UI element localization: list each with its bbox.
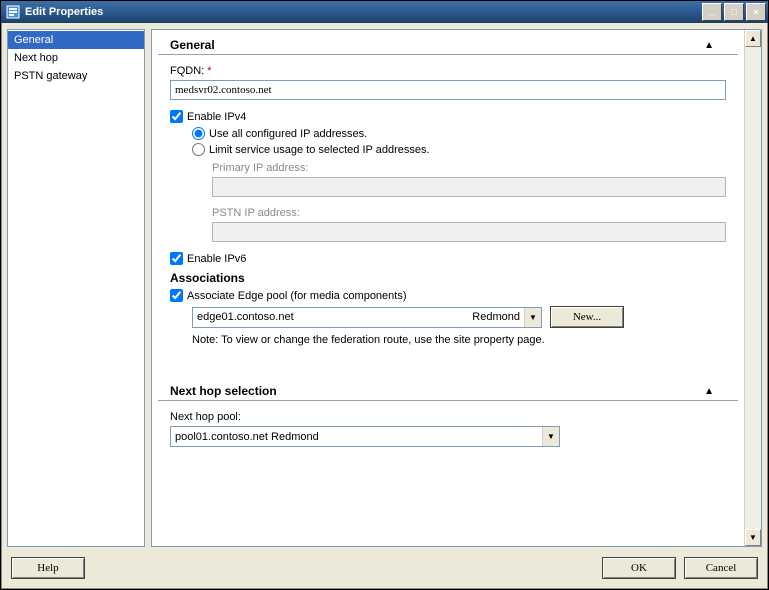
pstn-ip-label: PSTN IP address: [212,207,726,219]
maximize-button[interactable]: □ [724,3,744,21]
titlebar: Edit Properties _ □ × [1,1,768,23]
pstn-ip-input [212,222,726,242]
minimize-button[interactable]: _ [702,3,722,21]
enable-ipv6-checkbox[interactable] [170,252,183,265]
section-title-general: General [170,38,704,52]
nav-sidebar: General Next hop PSTN gateway [7,29,145,547]
associate-edge-label: Associate Edge pool (for media component… [187,290,407,302]
ok-button[interactable]: OK [602,557,676,579]
radio-limit-ip[interactable] [192,143,205,156]
section-header-general[interactable]: General ▲ [158,30,738,55]
edge-pool-combo[interactable]: edge01.contoso.net Redmond ▼ [192,307,542,328]
enable-ipv4-label: Enable IPv4 [187,111,246,123]
nav-item-next-hop[interactable]: Next hop [8,49,144,67]
associate-edge-checkbox[interactable] [170,289,183,302]
vertical-scrollbar[interactable]: ▲ ▼ [744,30,761,546]
close-button[interactable]: × [746,3,766,21]
content-pane: General ▲ FQDN: * Enable IPv4 [151,29,762,547]
new-edge-button[interactable]: New... [550,306,624,328]
chevron-down-icon[interactable]: ▼ [524,308,541,327]
federation-note: Note: To view or change the federation r… [192,334,726,346]
fqdn-label: FQDN: * [170,65,726,77]
edge-pool-site: Redmond [472,311,520,323]
scroll-up-icon[interactable]: ▲ [745,30,761,47]
edge-pool-host: edge01.contoso.net [197,311,294,323]
next-hop-pool-label: Next hop pool: [170,411,726,423]
radio-use-all-ip[interactable] [192,127,205,140]
enable-ipv6-label: Enable IPv6 [187,253,246,265]
nav-item-general[interactable]: General [8,31,144,49]
associations-header: Associations [170,271,726,285]
app-icon [5,4,21,20]
scroll-down-icon[interactable]: ▼ [745,529,761,546]
next-hop-pool-value: pool01.contoso.net Redmond [175,431,319,443]
section-header-nexthop[interactable]: Next hop selection ▲ [158,376,738,401]
primary-ip-label: Primary IP address: [212,162,726,174]
cancel-button[interactable]: Cancel [684,557,758,579]
primary-ip-input [212,177,726,197]
radio-limit-label: Limit service usage to selected IP addre… [209,144,430,156]
fqdn-input[interactable] [170,80,726,100]
chevron-down-icon[interactable]: ▼ [542,427,559,446]
section-title-nexthop: Next hop selection [170,384,704,398]
radio-use-all-label: Use all configured IP addresses. [209,128,367,140]
window-title: Edit Properties [25,6,702,18]
enable-ipv4-checkbox[interactable] [170,110,183,123]
dialog-footer: Help OK Cancel [7,547,762,583]
collapse-icon: ▲ [704,386,714,397]
edit-properties-window: Edit Properties _ □ × General Next hop P… [0,0,769,590]
collapse-icon: ▲ [704,40,714,51]
nav-item-pstn-gateway[interactable]: PSTN gateway [8,67,144,85]
help-button[interactable]: Help [11,557,85,579]
next-hop-pool-combo[interactable]: pool01.contoso.net Redmond ▼ [170,426,560,447]
